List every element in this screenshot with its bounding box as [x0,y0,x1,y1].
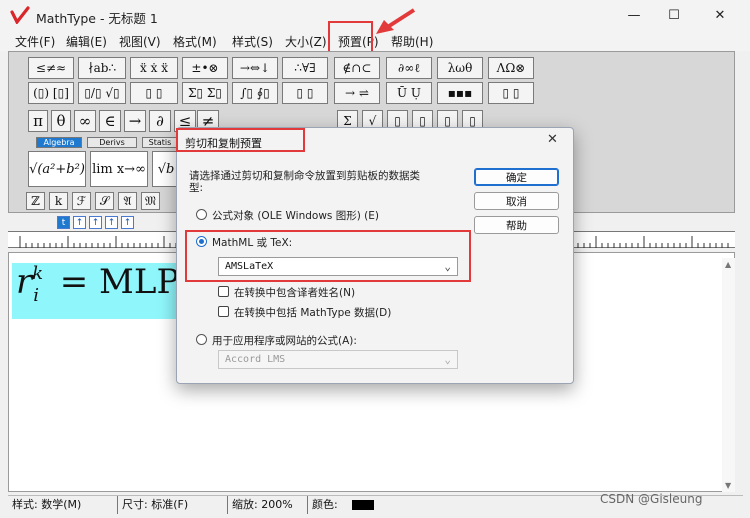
tab-algebra[interactable]: Algebra [36,137,82,148]
palette-sets[interactable]: ∉∩⊂ [334,57,380,79]
palette-matrices[interactable]: ▪▪▪ [437,82,483,104]
chevron-down-icon: ⌄ [444,260,451,273]
checkbox-translator-name[interactable] [218,286,229,297]
palette-spaces[interactable]: ∤ab∴ [78,57,126,79]
dialog-description-line2: 型: [189,182,204,194]
palette-sums[interactable]: Σ▯ Σ▯ [182,82,228,104]
highlight-preferences-box [328,21,373,54]
palette-bars[interactable]: ▯ ▯ [282,82,328,104]
size-up-icon-3[interactable]: ↑ [105,216,118,229]
palette-logic[interactable]: ∴∀∃ [282,57,328,79]
radio-app-website[interactable] [196,334,207,345]
scroll-up-icon[interactable]: ▲ [725,260,731,269]
label-translator-name[interactable]: 在转换中包含译者姓名(N) [234,285,355,300]
checkbox-mathtype-data[interactable] [218,306,229,317]
symbol-fraktur-a[interactable]: 𝔄 [118,192,137,210]
palette-boxes[interactable]: ▯ ▯ [488,82,534,104]
size-up-icon-4[interactable]: ↑ [121,216,134,229]
help-button[interactable]: 帮助 [474,216,559,234]
formula-rest: = MLP( [59,262,193,302]
symbol-partial[interactable]: ∂ [149,110,171,132]
template-sqrt-sum-squares[interactable]: √(a²+b²) [28,151,86,187]
radio-ole-object[interactable] [196,209,207,220]
palette-operators[interactable]: ±•⊗ [182,57,228,79]
formula-subscript: i [33,285,39,306]
dialog-description-line1: 请选择通过剪切和复制命令放置到剪贴板的数据类 [189,170,420,182]
watermark: CSDN @Gisleung [600,492,703,506]
symbol-infinity[interactable]: ∞ [74,110,96,132]
label-app-website[interactable]: 用于应用程序或网站的公式(A): [212,333,357,348]
palette-arrows[interactable]: →⇔↓ [232,57,278,79]
tab-derivs[interactable]: Derivs [87,137,137,148]
clipboard-preferences-dialog: 剪切和复制预置 ✕ 请选择通过剪切和复制命令放置到剪贴板的数据类 型: 公式对象… [176,127,574,384]
menu-size[interactable]: 大小(Z) [285,33,327,50]
symbol-script-s[interactable]: 𝒮 [95,192,114,210]
palette-greek-upper[interactable]: ΛΩ⊗ [488,57,534,79]
palette-fractions[interactable]: ▯/▯ √▯ [78,82,126,104]
menu-view[interactable]: 视图(V) [119,33,161,50]
symbol-fraktur-m[interactable]: 𝔐 [141,192,160,210]
palette-labeled-arrows[interactable]: → ⇌ [334,82,380,104]
label-ole-object[interactable]: 公式对象 (OLE Windows 图形) (E) [212,208,379,223]
symbol-right-arrow[interactable]: → [124,110,146,132]
symbol-script-f[interactable]: ℱ [72,192,91,210]
palette-fences[interactable]: (▯) [▯] [28,82,74,104]
ok-button[interactable]: 确定 [474,168,559,186]
window-title: MathType - 无标题 1 [36,11,158,26]
symbol-element-of[interactable]: ∈ [99,110,121,132]
mathml-format-value: AMSLaTeX [225,261,274,272]
symbol-blackboard-z[interactable]: ℤ [26,192,45,210]
maximize-button[interactable]: ☐ [651,0,697,31]
label-mathml-tex[interactable]: MathML 或 TeX: [212,235,292,250]
palette-embellishments[interactable]: ẍ ẋ ẍ [130,57,178,79]
app-website-value: Accord LMS [225,354,286,365]
highlight-dialog-title-box [176,128,305,152]
red-arrow-icon [376,8,416,34]
label-mathtype-data[interactable]: 在转换中包括 MathType 数据(D) [234,305,391,320]
symbol-k[interactable]: k [49,192,68,210]
template-limit[interactable]: lim x→∞ [90,151,148,187]
palette-scripts[interactable]: ▯ ▯ [130,82,178,104]
menu-file[interactable]: 文件(F) [15,33,55,50]
formula-display[interactable]: rki = MLP( [16,262,193,306]
status-zoom[interactable]: 缩放: 200% [228,496,308,514]
formula-base: r [16,262,33,302]
size-up-icon-2[interactable]: ↑ [89,216,102,229]
symbol-pi[interactable]: π [28,110,48,132]
size-text-icon[interactable]: t [57,216,70,229]
status-color-label[interactable]: 颜色: [308,496,388,514]
mathml-format-select[interactable]: AMSLaTeX ⌄ [218,257,458,276]
symbol-theta[interactable]: θ [51,110,71,132]
radio-mathml-tex[interactable] [196,236,207,247]
status-color-swatch[interactable] [352,500,374,510]
chevron-down-icon-disabled: ⌄ [444,353,451,366]
palette-integrals[interactable]: ∫▯ ∮▯ [232,82,278,104]
menu-edit[interactable]: 编辑(E) [66,33,107,50]
close-window-button[interactable]: ✕ [697,0,743,31]
palette-greek-lower[interactable]: λωθ [437,57,483,79]
status-size[interactable]: 尺寸: 标准(F) [118,496,228,514]
tab-statistics[interactable]: Statis [142,137,178,148]
cancel-button[interactable]: 取消 [474,192,559,210]
menu-style[interactable]: 样式(S) [232,33,273,50]
palette-products[interactable]: Ū Ụ [386,82,432,104]
mathtype-logo-icon [10,6,30,24]
size-up-icon-1[interactable]: ↑ [73,216,86,229]
formula-superscript: k [32,263,44,284]
vertical-scrollbar[interactable]: ▲ ▼ [722,258,735,492]
app-website-select[interactable]: Accord LMS ⌄ [218,350,458,369]
palette-misc[interactable]: ∂∞ℓ [386,57,432,79]
menu-format[interactable]: 格式(M) [173,33,217,50]
palette-relations[interactable]: ≤≠≈ [28,57,74,79]
scroll-down-icon[interactable]: ▼ [725,481,731,490]
status-style[interactable]: 样式: 数学(M) [8,496,118,514]
dialog-close-icon[interactable]: ✕ [547,132,558,147]
